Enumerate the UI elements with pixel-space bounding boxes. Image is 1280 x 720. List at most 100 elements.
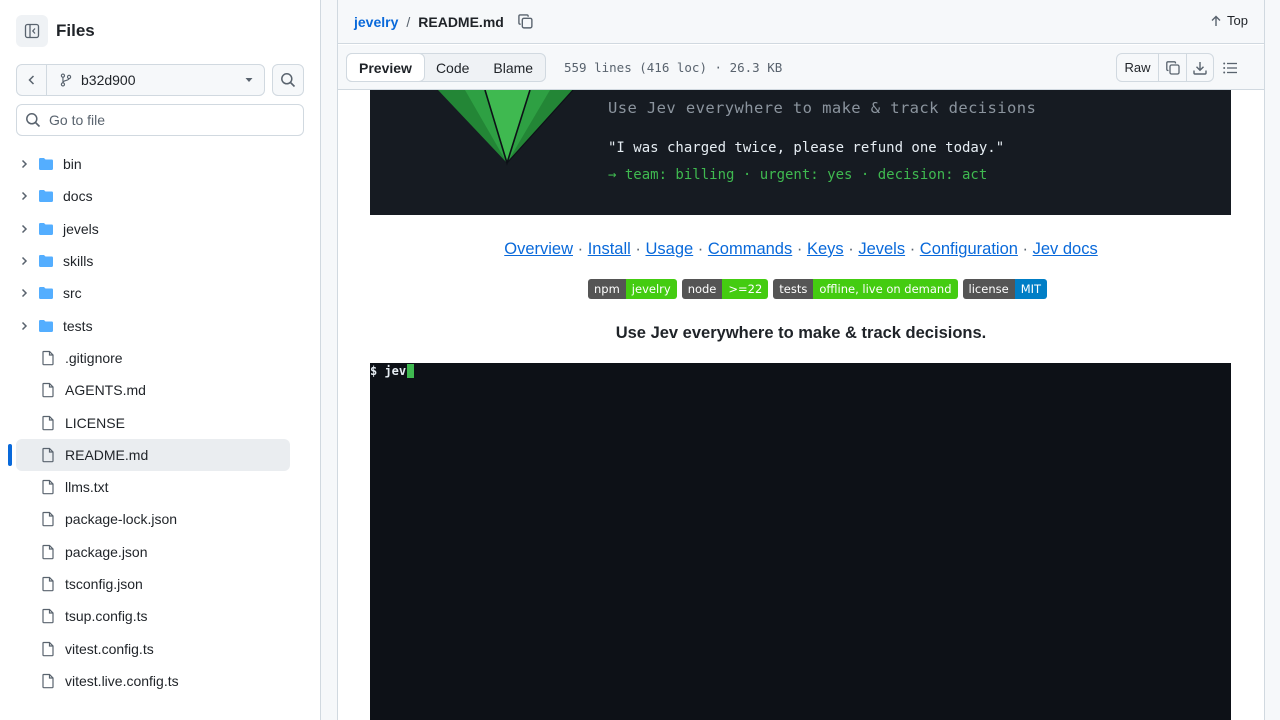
copy-path-button[interactable] (517, 13, 534, 30)
collapse-sidebar-button[interactable] (16, 15, 48, 47)
search-icon (281, 73, 296, 88)
tree-item-label: .gitignore (65, 349, 123, 366)
expand-chevron[interactable] (16, 190, 32, 202)
tree-file-vitest-live-config-ts[interactable]: vitest.live.config.ts (16, 665, 290, 697)
back-button[interactable] (17, 65, 47, 95)
folder-icon-wrap (38, 188, 54, 204)
badge-label: npm (588, 279, 626, 299)
branch-name: b32d900 (47, 72, 234, 88)
tab-preview[interactable]: Preview (346, 53, 425, 82)
copy-raw-button[interactable] (1159, 54, 1187, 81)
tab-code[interactable]: Code (424, 54, 481, 81)
caret-down-icon (245, 78, 253, 82)
tree-file-vitest-config-ts[interactable]: vitest.config.ts (16, 632, 290, 664)
tree-item-label: tests (63, 317, 93, 334)
terminal-prompt: $ jev (370, 364, 415, 378)
tree-folder-tests[interactable]: tests (16, 309, 290, 341)
folder-icon-wrap (38, 221, 54, 237)
outline-button[interactable] (1222, 60, 1238, 81)
file-icon (42, 512, 54, 527)
file-icon-wrap (40, 576, 56, 592)
hero-example-route: → team: billing · urgent: yes · decision… (608, 167, 988, 183)
nav-link-usage[interactable]: Usage (645, 240, 693, 258)
readme-badges: npm jevelry node >=22 tests offline, live on … (588, 279, 1052, 299)
file-icon-wrap (40, 544, 56, 560)
tree-file-package-lock-json[interactable]: package-lock.json (16, 503, 290, 535)
go-to-file-field[interactable] (16, 104, 304, 136)
file-tree-sidebar: Files b32d900 Go to file bin docs jevels… (0, 0, 321, 720)
nav-separator: · (796, 240, 803, 258)
tree-file--gitignore[interactable]: .gitignore (16, 342, 290, 374)
nav-link-jev-docs[interactable]: Jev docs (1033, 240, 1098, 258)
file-icon-wrap (40, 641, 56, 657)
expand-chevron[interactable] (16, 255, 32, 267)
file-icon (42, 383, 54, 398)
file-icon (42, 609, 54, 624)
breadcrumb: jevelry / README.md Top (338, 0, 1264, 44)
download-icon (1193, 61, 1207, 75)
back-to-top-link[interactable]: Top (1210, 13, 1248, 28)
folder-icon (39, 287, 53, 300)
raw-button[interactable]: Raw (1117, 54, 1159, 81)
expand-chevron[interactable] (16, 320, 32, 332)
tree-item-label: LICENSE (65, 414, 125, 431)
tree-file-llms-txt[interactable]: llms.txt (16, 471, 290, 503)
file-actions: Raw (1116, 53, 1214, 82)
badge-node[interactable]: node >=22 (681, 279, 769, 299)
file-info: 559 lines (416 loc) · 26.3 KB (564, 60, 783, 75)
badge-tests[interactable]: tests offline, live on demand (773, 279, 958, 299)
branch-selector[interactable]: b32d900 (16, 64, 265, 96)
go-to-file-input[interactable] (49, 112, 289, 128)
download-button[interactable] (1187, 54, 1213, 81)
nav-link-configuration[interactable]: Configuration (920, 240, 1018, 258)
file-icon (42, 641, 54, 656)
badge-npm[interactable]: npm jevelry (588, 279, 677, 299)
badge-label: license (962, 279, 1015, 299)
tree-item-label: tsconfig.json (65, 576, 143, 592)
tree-folder-src[interactable]: src (16, 277, 290, 309)
tree-file-tsconfig-json[interactable]: tsconfig.json (16, 568, 290, 600)
file-icon-wrap (40, 673, 56, 689)
badge-license[interactable]: license MIT (962, 279, 1048, 299)
nav-link-keys[interactable]: Keys (807, 240, 844, 258)
tree-folder-skills[interactable]: skills (16, 245, 290, 277)
arrow-up-icon (1211, 15, 1221, 26)
tree-file-package-json[interactable]: package.json (16, 536, 290, 568)
tree-folder-bin[interactable]: bin (16, 148, 290, 180)
search-button[interactable] (272, 64, 304, 96)
expand-chevron[interactable] (16, 287, 32, 299)
sidebar-title: Files (56, 21, 95, 40)
readme-nav-links: Overview · Install · Usage · Commands · … (338, 240, 1264, 259)
file-icon (42, 480, 54, 495)
tree-file-readme-md[interactable]: README.md (8, 438, 290, 471)
tree-folder-jevels[interactable]: jevels (16, 213, 290, 245)
terminal-cursor (407, 364, 415, 378)
nav-link-overview[interactable]: Overview (504, 240, 573, 258)
folder-icon (39, 255, 53, 268)
expand-chevron[interactable] (16, 223, 32, 235)
file-icon (42, 447, 54, 463)
hero-tagline: Use Jev everywhere to make & track decis… (608, 99, 1037, 117)
nav-separator: · (848, 240, 854, 258)
nav-link-install[interactable]: Install (588, 240, 631, 258)
folder-icon-wrap (38, 156, 54, 172)
file-icon (42, 576, 54, 592)
breadcrumb-repo-link[interactable]: jevelry (354, 14, 398, 30)
folder-icon-wrap (38, 253, 54, 269)
tree-file-agents-md[interactable]: AGENTS.md (16, 374, 290, 406)
hero-example-quote: "I was charged twice, please refund one … (608, 140, 1005, 156)
folder-icon (39, 222, 53, 235)
tree-item-label: vitest.live.config.ts (65, 672, 179, 689)
nav-link-commands[interactable]: Commands (708, 240, 792, 258)
tab-blame[interactable]: Blame (481, 54, 545, 81)
file-icon (42, 673, 54, 689)
badge-value: MIT (1014, 279, 1048, 299)
readme-tagline: Use Jev everywhere to make & track decis… (615, 324, 987, 342)
expand-chevron[interactable] (16, 158, 32, 170)
tree-folder-docs[interactable]: docs (16, 180, 290, 212)
tree-file-license[interactable]: LICENSE (16, 406, 290, 438)
tree-item-label: tsup.config.ts (65, 608, 148, 625)
badge-label: node (681, 279, 723, 299)
nav-link-jevels[interactable]: Jevels (858, 240, 905, 258)
tree-file-tsup-config-ts[interactable]: tsup.config.ts (16, 600, 290, 632)
